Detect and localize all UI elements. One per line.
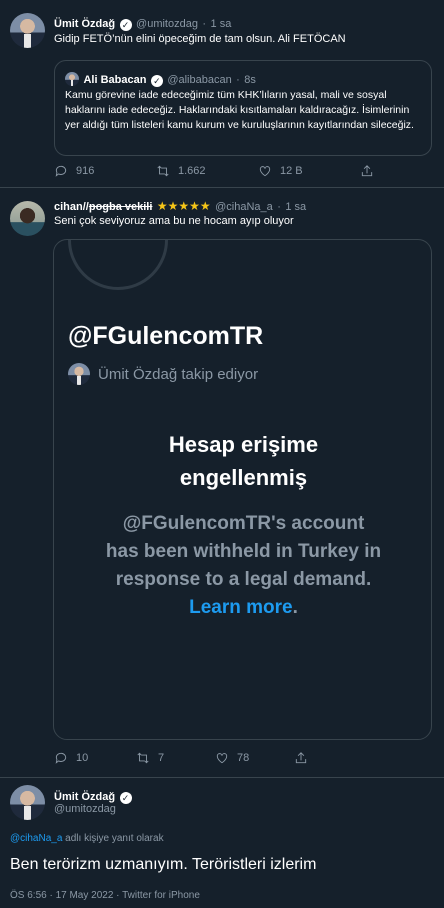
retweet-icon [157,165,169,177]
author-name[interactable]: Ümit Özdağ [54,791,115,803]
tweet-text: Gidip FETÖ’nün elini öpeceğim de tam ols… [54,33,346,45]
timestamp[interactable]: 1 sa [285,201,306,213]
period: . [292,597,298,618]
profile-banner-arc [68,240,168,290]
reply-icon [55,752,67,764]
withheld-body-line: @FGulencomTR's account [122,513,365,534]
tweet-umit[interactable]: Ümit Özdağ ✓ @umitozdag · 1 sa Gidip FET… [0,0,444,186]
timestamp[interactable]: 1 sa [211,18,232,30]
profile-handle: @FGulencomTR [68,322,264,350]
separator-dot: · [202,18,207,30]
withheld-body-line: has been withheld in Turkey in [105,541,382,562]
author-name[interactable]: Ümit Özdağ [54,18,115,30]
reply-suffix: adlı kişiye yanıt olarak [62,833,164,844]
withheld-title: Hesap erişime engellenmiş [54,428,431,494]
retweet-button[interactable]: 7 [136,751,164,765]
tweet-meta[interactable]: ÖS 6:56 · 17 May 2022 · Twitter for iPho… [10,890,200,901]
verified-icon: ✓ [119,19,132,31]
learn-more-link[interactable]: Learn more [189,597,292,618]
tweet-actions: 10 7 78 [0,751,444,771]
verified-icon: ✓ [119,792,132,804]
author-handle[interactable]: @umitozdag [54,803,116,815]
tweet-text: Ben terörizm uzmanıyım. Teröristleri izl… [10,856,317,873]
followed-by: Ümit Özdağ takip ediyor [68,363,258,385]
author-handle[interactable]: @umitozdag [136,18,198,30]
withheld-title-line: engellenmiş [179,465,308,490]
author-handle[interactable]: @cihaNa_a [215,201,273,213]
withheld-title-line: Hesap erişime [168,432,319,457]
share-icon [361,165,373,177]
author-name-strikethrough[interactable]: pogba vekili [89,201,153,213]
tweet-header: cihan//pogba vekili ★★★★★ @cihaNa_a · 1 … [54,197,306,215]
withheld-body-line: response to a legal demand. [115,569,372,590]
quote-timestamp: 8s [244,74,256,86]
reply-handle-link[interactable]: @cihaNa_a [10,833,62,844]
reply-icon [55,165,67,177]
avatar[interactable] [10,785,45,820]
retweet-button[interactable]: 1.662 [156,164,206,178]
share-button[interactable] [360,164,374,178]
separator-dot: · [277,201,281,213]
like-count: 78 [237,752,250,764]
quote-author-name: Ali Babacan [83,74,147,86]
media-screenshot[interactable]: @FGulencomTR Ümit Özdağ takip ediyor Hes… [53,239,432,740]
avatar[interactable] [10,201,45,236]
divider [0,777,444,778]
like-icon [216,753,228,764]
share-button[interactable] [294,751,308,765]
verified-icon: ✓ [150,75,163,87]
retweet-icon [137,752,149,764]
like-count: 12 B [280,165,303,177]
tweet-header: Ümit Özdağ ✓ @umitozdag · 1 sa [54,14,231,32]
share-icon [295,752,307,764]
tweet-actions: 916 1.662 12 B [0,164,444,184]
like-icon [259,166,271,177]
separator-dot: · [236,74,240,86]
quoted-tweet[interactable]: Ali Babacan ✓ @alibabacan · 8s Kamu göre… [54,60,432,156]
reply-button[interactable]: 916 [54,164,94,178]
reply-count: 10 [76,752,89,764]
star-emoji: ★★★★★ [156,199,211,213]
retweet-count: 1.662 [178,165,206,177]
reply-count: 916 [76,165,95,177]
quote-header: Ali Babacan ✓ @alibabacan · 8s [65,70,256,88]
like-button[interactable]: 78 [215,751,249,765]
reply-button[interactable]: 10 [54,751,88,765]
avatar[interactable] [10,13,45,48]
replying-to: @cihaNa_a adlı kişiye yanıt olarak [10,833,164,844]
author-name[interactable]: cihan// [54,201,89,213]
quote-text: Kamu görevine iade edeceğimiz tüm KHK’lı… [65,89,414,131]
quote-avatar [65,72,79,86]
retweet-count: 7 [158,752,165,764]
like-button[interactable]: 12 B [258,164,303,178]
withheld-body: @FGulencomTR's account has been withheld… [54,510,431,622]
avatar [68,363,90,385]
quote-author-handle: @alibabacan [167,74,232,86]
followed-by-text: Ümit Özdağ takip ediyor [98,365,259,383]
tweet-text: Seni çok seviyoruz ama bu ne hocam ayıp … [54,215,294,227]
